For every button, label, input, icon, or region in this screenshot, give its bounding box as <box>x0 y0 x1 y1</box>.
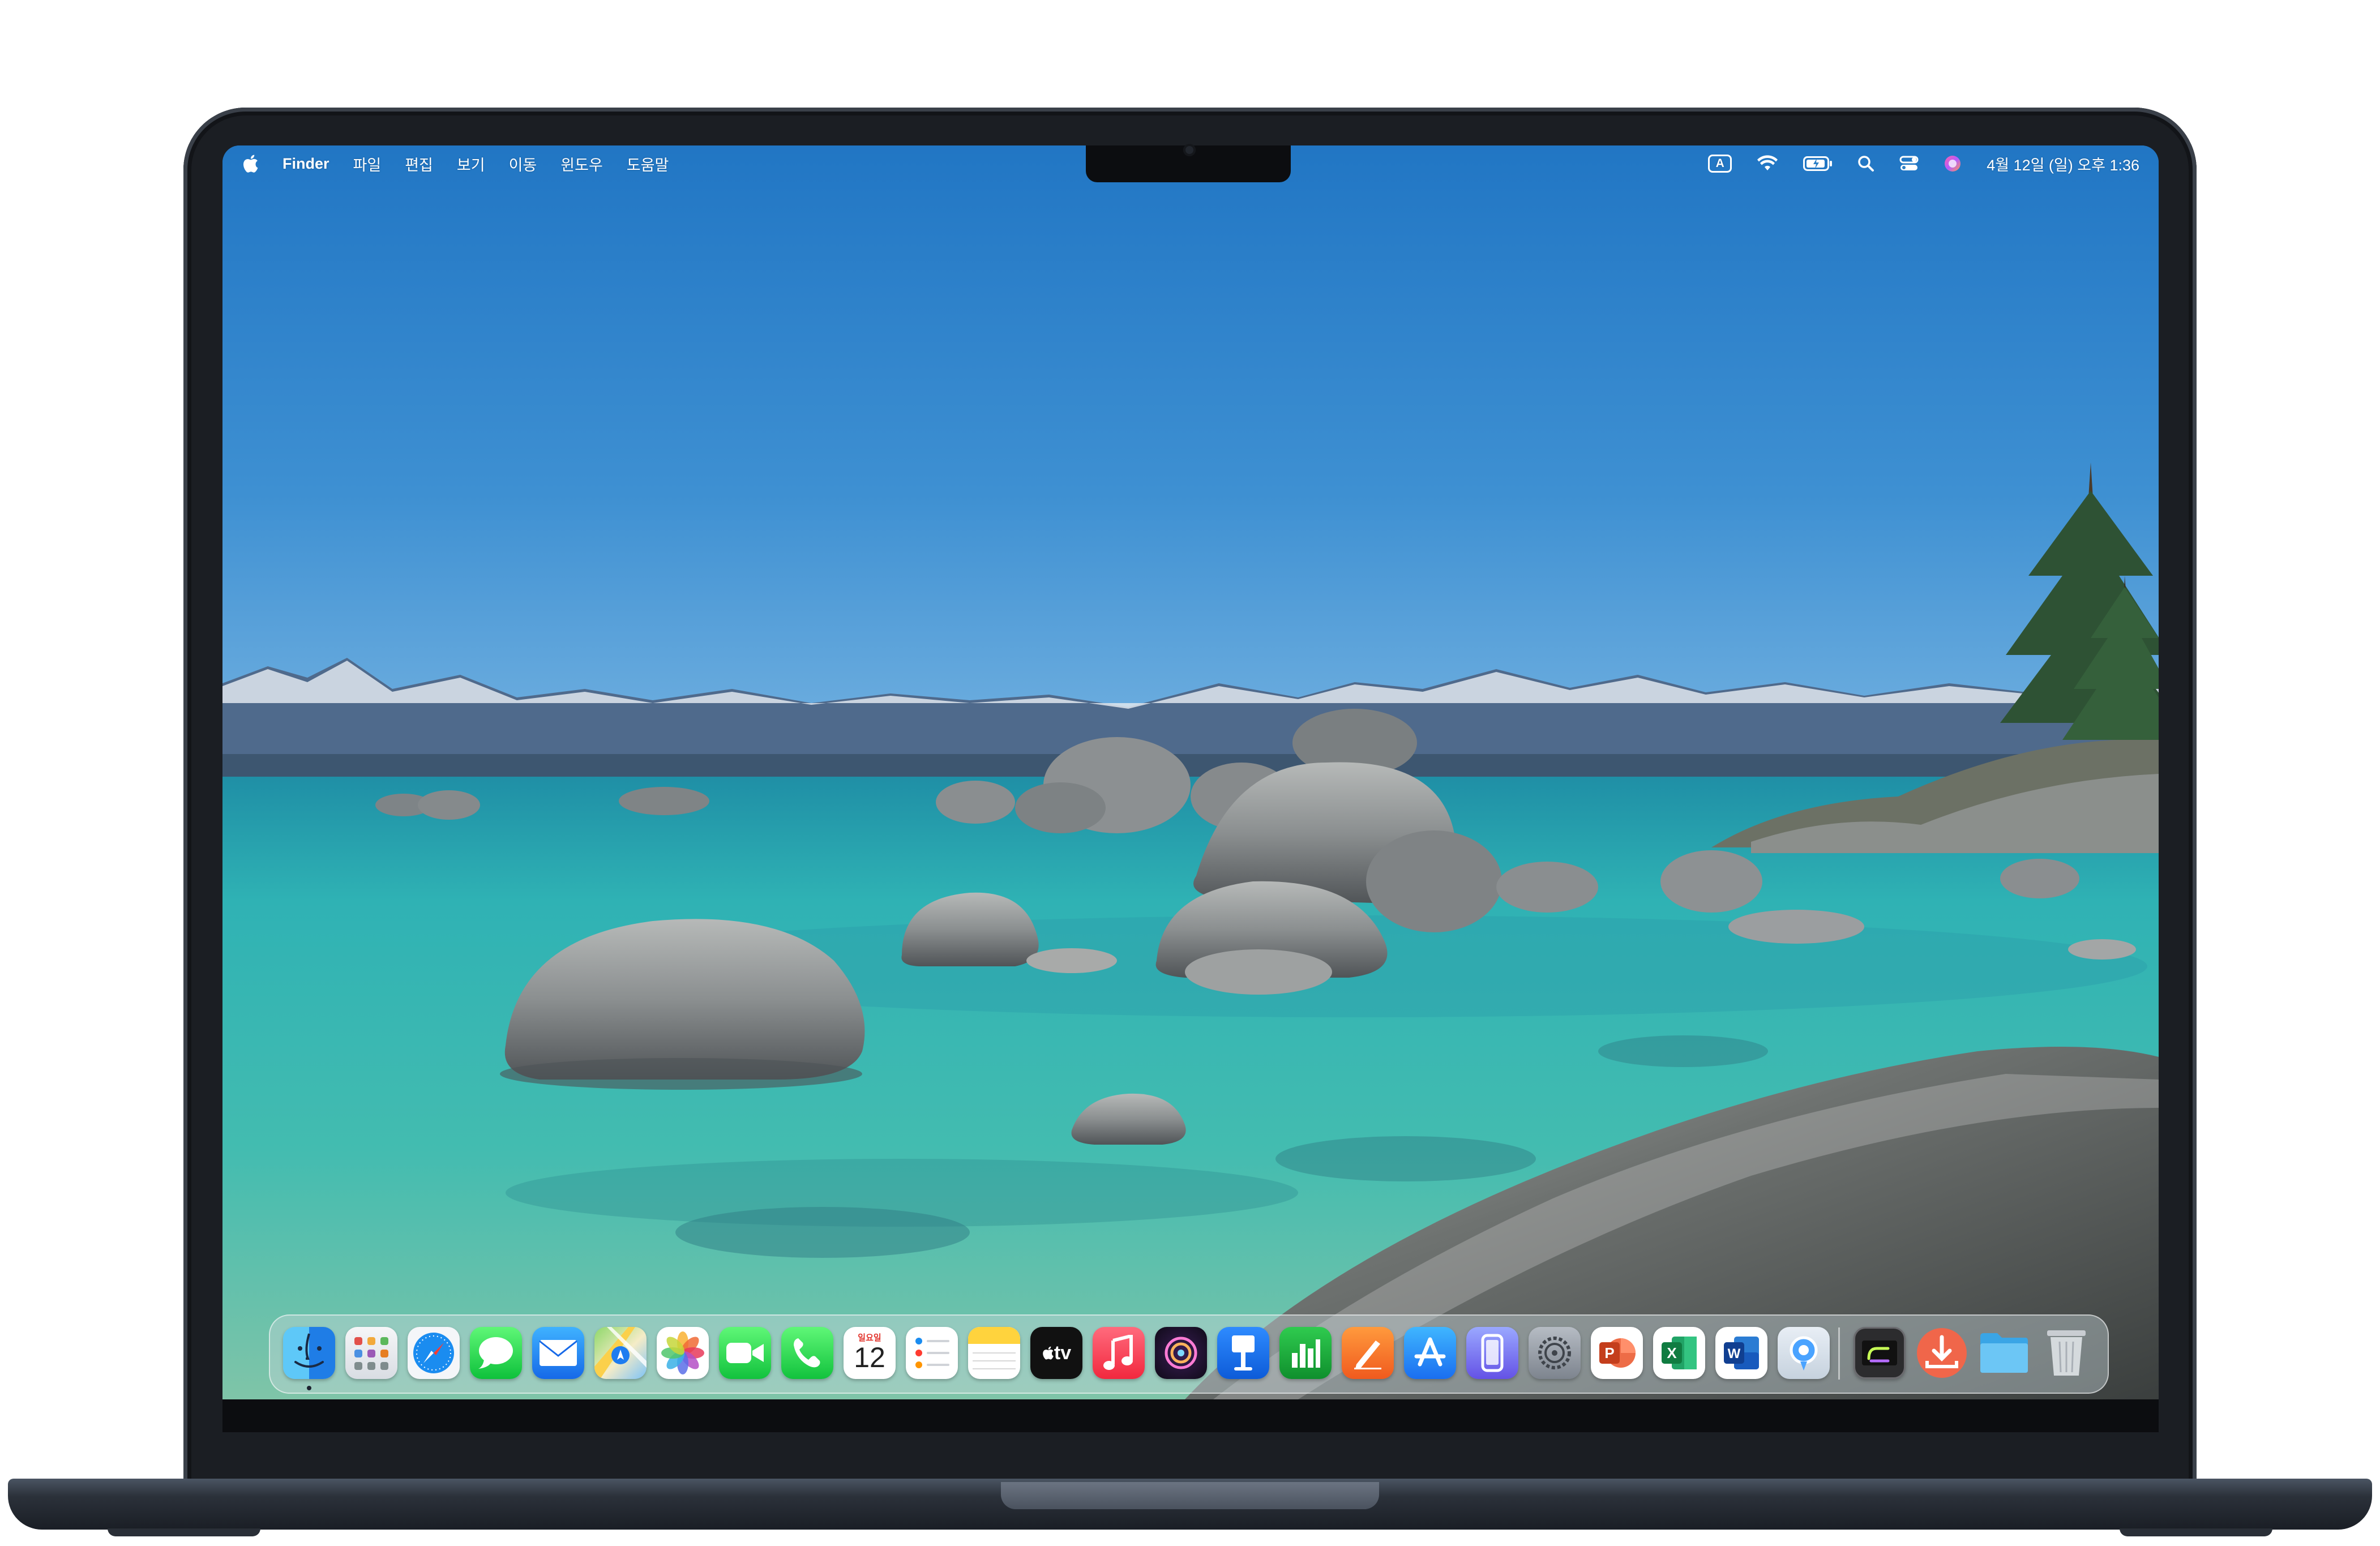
dock-phone[interactable] <box>781 1327 833 1379</box>
screen-bezel-bottom <box>222 1399 2159 1432</box>
mail-icon <box>539 1340 577 1366</box>
svg-text:W: W <box>1728 1346 1741 1361</box>
music-icon <box>1103 1335 1133 1370</box>
reminders-icon <box>915 1338 949 1368</box>
running-indicator <box>307 1386 311 1390</box>
dock-iphone-mirroring[interactable] <box>1466 1327 1518 1379</box>
dock-tv[interactable]: tv <box>1030 1327 1082 1379</box>
menu-item-file[interactable]: 파일 <box>353 153 382 175</box>
dock-maps[interactable] <box>594 1327 647 1379</box>
control-center-icon[interactable] <box>1899 155 1919 172</box>
dock-downloader[interactable] <box>1916 1327 1968 1379</box>
creator-icon <box>1165 1337 1197 1369</box>
menu-item-view[interactable]: 보기 <box>457 153 485 175</box>
keynote-icon <box>1232 1335 1255 1371</box>
launchpad-icon <box>354 1337 388 1370</box>
laptop-foot-right <box>2120 1528 2272 1536</box>
folder-icon <box>1980 1333 2028 1373</box>
phone-icon <box>794 1338 820 1368</box>
messages-icon <box>478 1337 513 1369</box>
dock-calendar[interactable]: 일요일 12 <box>844 1327 896 1379</box>
menu-item-go[interactable]: 이동 <box>509 153 537 175</box>
excel-icon: X <box>1662 1337 1697 1369</box>
menu-item-window[interactable]: 윈도우 <box>560 153 603 175</box>
preview-icon <box>1790 1336 1818 1371</box>
finder-icon <box>294 1333 324 1368</box>
dock-trash[interactable] <box>2040 1327 2092 1379</box>
terminal-icon <box>1862 1341 1897 1365</box>
powerpoint-icon: P <box>1599 1338 1636 1368</box>
downloader-icon <box>1917 1328 1967 1378</box>
dock-system-settings[interactable] <box>1529 1327 1581 1379</box>
dock-finder[interactable] <box>283 1327 335 1379</box>
dock-notes[interactable] <box>968 1327 1020 1379</box>
dock-word[interactable]: W <box>1715 1327 1767 1379</box>
dock-separator <box>1838 1327 1840 1380</box>
menu-item-help[interactable]: 도움말 <box>627 153 669 175</box>
dock-messages[interactable] <box>470 1327 522 1379</box>
pages-icon <box>1354 1341 1381 1369</box>
trash-icon <box>2047 1330 2086 1376</box>
gear-icon <box>1538 1337 1571 1369</box>
dock-launchpad[interactable] <box>345 1327 397 1379</box>
menu-clock[interactable]: 4월 12일 (일) 오후 1:36 <box>1987 153 2139 175</box>
dock-facetime[interactable] <box>719 1327 771 1379</box>
dock-creator[interactable] <box>1155 1327 1207 1379</box>
dock-excel[interactable]: X <box>1653 1327 1705 1379</box>
dock-safari[interactable] <box>408 1327 460 1379</box>
safari-icon <box>413 1333 454 1373</box>
spotlight-search-icon[interactable] <box>1857 155 1874 172</box>
notes-icon <box>968 1327 1020 1369</box>
tv-label: tv <box>1054 1342 1072 1364</box>
dock-preview[interactable] <box>1778 1327 1830 1379</box>
desktop-wallpaper <box>222 145 2159 1399</box>
dock-numbers[interactable] <box>1279 1327 1332 1379</box>
laptop-foot-left <box>108 1528 260 1536</box>
menu-app-name[interactable]: Finder <box>282 155 329 173</box>
dock-photos[interactable] <box>657 1327 709 1379</box>
iphone-mirroring-icon <box>1481 1334 1504 1372</box>
laptop-hinge-notch <box>1001 1482 1379 1509</box>
svg-text:P: P <box>1604 1344 1614 1361</box>
screen: Finder 파일 편집 보기 이동 윈도우 도움말 A 4월 12일 (일) … <box>222 145 2159 1399</box>
maps-icon <box>594 1327 647 1379</box>
siri-icon[interactable] <box>1944 155 1962 173</box>
dock-reminders[interactable] <box>906 1327 958 1379</box>
wifi-icon[interactable] <box>1757 155 1778 172</box>
dock-pages[interactable] <box>1342 1327 1394 1379</box>
apple-menu-icon[interactable] <box>242 154 259 173</box>
calendar-day: 12 <box>854 1342 885 1373</box>
svg-text:X: X <box>1667 1344 1677 1361</box>
dock-folder[interactable] <box>1978 1327 2030 1379</box>
tv-apple-icon <box>1043 1346 1054 1360</box>
facetime-icon <box>726 1343 764 1363</box>
word-icon: W <box>1724 1337 1759 1369</box>
dock-music[interactable] <box>1093 1327 1145 1379</box>
numbers-icon <box>1292 1339 1320 1368</box>
camera-icon <box>1183 144 1196 156</box>
dock-powerpoint[interactable]: P <box>1591 1327 1643 1379</box>
input-source-indicator[interactable]: A <box>1708 155 1732 173</box>
dock-keynote[interactable] <box>1217 1327 1269 1379</box>
battery-icon[interactable] <box>1803 156 1833 171</box>
dock-terminal[interactable] <box>1854 1327 1906 1379</box>
dock-app-store[interactable] <box>1404 1327 1456 1379</box>
dock-mail[interactable] <box>532 1327 584 1379</box>
photos-icon <box>661 1331 704 1374</box>
menu-item-edit[interactable]: 편집 <box>405 153 433 175</box>
app-store-icon <box>1414 1337 1446 1367</box>
